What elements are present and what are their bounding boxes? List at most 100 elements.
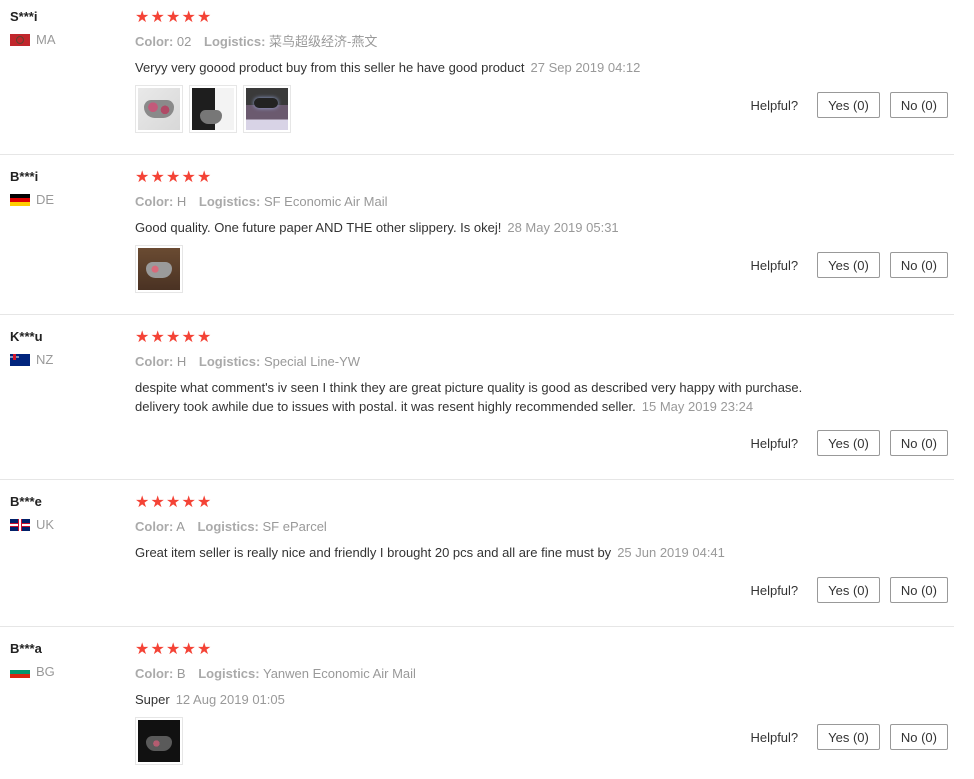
color-key: Color: xyxy=(135,194,174,209)
review-meta: Color: B Logistics: Yanwen Economic Air … xyxy=(135,665,950,683)
helpful-label: Helpful? xyxy=(750,257,799,273)
helpful-controls: Helpful? Yes (0) No (0) xyxy=(750,252,948,278)
helpful-label: Helpful? xyxy=(750,729,799,745)
review-photo-thumbnail[interactable] xyxy=(243,85,291,133)
bulgaria-flag-icon xyxy=(10,666,30,678)
reviewer-name: B***i xyxy=(10,169,39,184)
review-photo-thumbnail[interactable] xyxy=(189,85,237,133)
controller-photo xyxy=(138,248,180,290)
helpful-yes-button[interactable]: Yes (0) xyxy=(817,430,880,456)
review-photo-thumbnail[interactable] xyxy=(135,717,183,765)
review-date: 28 May 2019 05:31 xyxy=(507,220,619,235)
logistics-key: Logistics: xyxy=(198,354,261,369)
controller-photo xyxy=(138,88,180,130)
review-text-row: Good quality. One future paper AND THE o… xyxy=(135,218,950,237)
logistics-value: SF eParcel xyxy=(262,519,327,534)
star-icon: ★ xyxy=(166,9,181,26)
logistics-key: Logistics: xyxy=(198,194,261,209)
review-photo-thumbnail[interactable] xyxy=(135,245,183,293)
review-photo-thumbnail[interactable] xyxy=(135,85,183,133)
reviewer-name: K***u xyxy=(10,329,43,344)
star-icon: ★ xyxy=(166,329,181,346)
helpful-no-button[interactable]: No (0) xyxy=(889,577,948,603)
reviewer-info: B***a BG xyxy=(10,640,120,680)
helpful-label: Helpful? xyxy=(750,582,799,598)
helpful-yes-button[interactable]: Yes (0) xyxy=(817,577,880,603)
review-date: 25 Jun 2019 04:41 xyxy=(617,545,725,560)
color-key: Color: xyxy=(135,34,174,49)
review-item: K***u NZ ★ ★ ★ ★ ★ Color: H Logistics: Speci… xyxy=(0,320,954,480)
review-date: 27 Sep 2019 04:12 xyxy=(530,60,641,75)
reviewer-country: MA xyxy=(10,32,120,48)
star-rating: ★ ★ ★ ★ ★ xyxy=(135,640,950,660)
star-icon: ★ xyxy=(150,494,165,511)
star-rating: ★ ★ ★ ★ ★ xyxy=(135,493,950,513)
review-text: Super xyxy=(135,692,170,707)
review-meta: Color: A Logistics: SF eParcel xyxy=(135,518,950,536)
star-icon: ★ xyxy=(181,641,196,658)
logistics-value: SF Economic Air Mail xyxy=(263,194,388,209)
color-value: 02 xyxy=(176,34,192,49)
helpful-yes-button[interactable]: Yes (0) xyxy=(817,92,880,118)
review-meta: Color: 02 Logistics: 菜鸟超级经济-燕文 xyxy=(135,33,950,51)
review-date: 15 May 2019 23:24 xyxy=(641,399,754,414)
country-code: DE xyxy=(36,192,55,207)
star-icon: ★ xyxy=(181,169,196,186)
review-text: Veryy very goood product buy from this s… xyxy=(135,60,525,75)
helpful-controls: Helpful? Yes (0) No (0) xyxy=(750,92,948,118)
reviewer-name: B***e xyxy=(10,494,42,509)
review-meta: Color: H Logistics: SF Economic Air Mail xyxy=(135,193,950,211)
helpful-label: Helpful? xyxy=(750,435,799,451)
star-icon: ★ xyxy=(197,494,212,511)
star-icon: ★ xyxy=(197,641,212,658)
country-code: MA xyxy=(36,32,56,47)
helpful-yes-button[interactable]: Yes (0) xyxy=(817,252,880,278)
reviewer-name: B***a xyxy=(10,641,42,656)
reviewer-info: K***u NZ xyxy=(10,328,120,368)
logistics-value: Special Line-YW xyxy=(263,354,361,369)
germany-flag-icon xyxy=(10,194,30,206)
star-icon: ★ xyxy=(135,329,150,346)
logistics-key: Logistics: xyxy=(198,666,260,681)
reviewer-country: DE xyxy=(10,192,120,208)
helpful-no-button[interactable]: No (0) xyxy=(889,724,948,750)
country-code: NZ xyxy=(36,352,54,367)
country-code: UK xyxy=(36,517,55,532)
reviewer-info: S***i MA xyxy=(10,8,120,48)
helpful-no-button[interactable]: No (0) xyxy=(889,92,948,118)
helpful-no-button[interactable]: No (0) xyxy=(889,430,948,456)
star-icon: ★ xyxy=(166,169,181,186)
star-icon: ★ xyxy=(150,9,165,26)
logistics-key: Logistics: xyxy=(204,34,266,49)
reviewer-info: B***i DE xyxy=(10,168,120,208)
review-item: B***i DE ★ ★ ★ ★ ★ Color: H Logistics: SF Ec… xyxy=(0,160,954,315)
color-value: H xyxy=(176,194,187,209)
star-rating: ★ ★ ★ ★ ★ xyxy=(135,168,950,188)
color-key: Color: xyxy=(135,354,174,369)
logistics-value: Yanwen Economic Air Mail xyxy=(263,666,416,681)
review-text-row: despite what comment's iv seen I think t… xyxy=(135,378,845,416)
controller-photo xyxy=(138,720,180,762)
color-value: H xyxy=(176,354,187,369)
star-icon: ★ xyxy=(197,9,212,26)
helpful-yes-button[interactable]: Yes (0) xyxy=(817,724,880,750)
star-icon: ★ xyxy=(150,641,165,658)
review-body: ★ ★ ★ ★ ★ Color: H Logistics: Special Line-Y… xyxy=(135,328,950,416)
helpful-no-button[interactable]: No (0) xyxy=(889,252,948,278)
logistics-key: Logistics: xyxy=(197,519,259,534)
review-text-row: Great item seller is really nice and fri… xyxy=(135,543,950,562)
helpful-controls: Helpful? Yes (0) No (0) xyxy=(750,430,948,456)
morocco-flag-icon xyxy=(10,34,30,46)
console-photo xyxy=(192,88,234,130)
helpful-controls: Helpful? Yes (0) No (0) xyxy=(750,724,948,750)
reviewer-info: B***e UK xyxy=(10,493,120,533)
star-icon: ★ xyxy=(197,329,212,346)
star-rating: ★ ★ ★ ★ ★ xyxy=(135,8,950,28)
color-value: A xyxy=(176,519,185,534)
review-body: ★ ★ ★ ★ ★ Color: A Logistics: SF eParcel Gre… xyxy=(135,493,950,562)
united-kingdom-flag-icon xyxy=(10,519,30,531)
star-icon: ★ xyxy=(166,641,181,658)
review-meta: Color: H Logistics: Special Line-YW xyxy=(135,353,950,371)
helpful-label: Helpful? xyxy=(750,97,799,113)
review-item: S***i MA ★ ★ ★ ★ ★ Color: 02 Logistics: 菜鸟超级… xyxy=(0,0,954,155)
